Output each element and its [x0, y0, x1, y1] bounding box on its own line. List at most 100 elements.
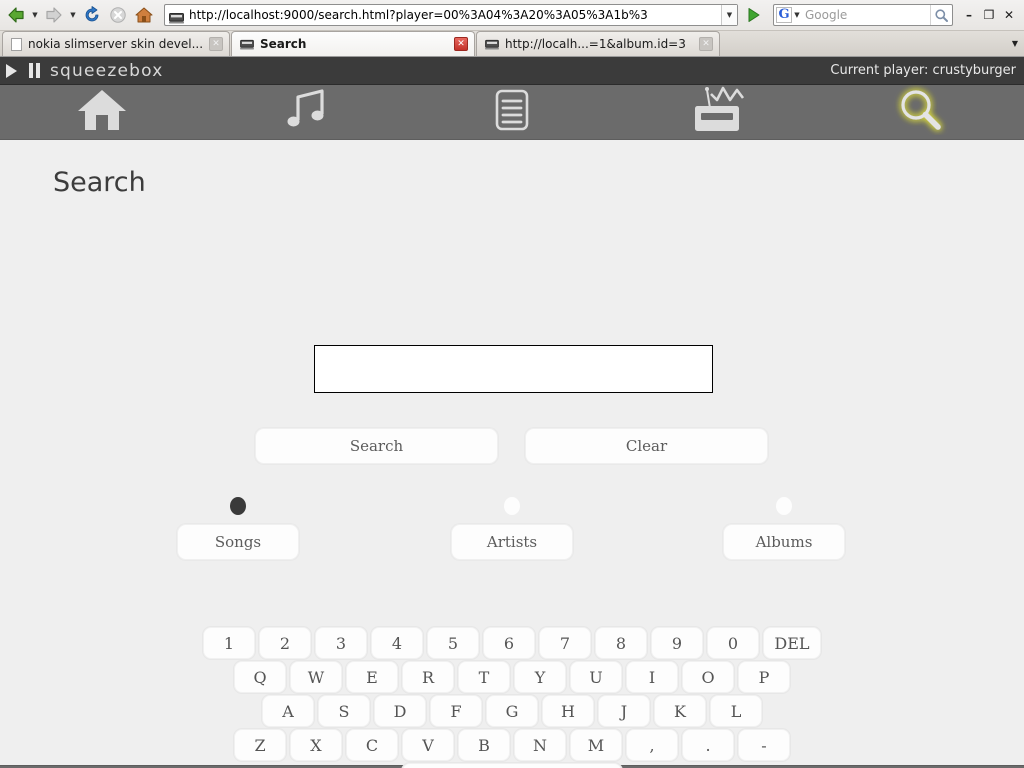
browser-tab-1[interactable]: nokia slimserver skin devel... ✕ [2, 31, 230, 56]
browser-chrome: ▼ ▼ http://localhost:9000/search.html?pl… [0, 0, 1024, 57]
browser-tab-label: http://localh...=1&album.id=3 [505, 37, 686, 51]
search-button[interactable]: Search [255, 428, 498, 464]
key-q[interactable]: Q [234, 661, 286, 693]
key-j[interactable]: J [598, 695, 650, 727]
key-a[interactable]: A [262, 695, 314, 727]
key-3[interactable]: 3 [315, 627, 367, 659]
radio-dot-songs[interactable] [230, 497, 246, 515]
key-4[interactable]: 4 [371, 627, 423, 659]
radio-dot-artists[interactable] [504, 497, 520, 515]
key-m[interactable]: M [570, 729, 622, 761]
home-icon [76, 87, 128, 137]
key-6[interactable]: 6 [483, 627, 535, 659]
search-input[interactable] [314, 345, 713, 393]
list-icon [490, 87, 534, 137]
key-hyphen[interactable]: - [738, 729, 790, 761]
browser-search-input[interactable]: Google [802, 8, 930, 22]
url-history-dropdown-icon[interactable]: ▼ [721, 5, 737, 25]
key-e[interactable]: E [346, 661, 398, 693]
current-player-label[interactable]: Current player: crustyburger [830, 63, 1016, 78]
browser-search-bar[interactable]: G ▼ Google [773, 4, 953, 26]
key-r[interactable]: R [402, 661, 454, 693]
key-o[interactable]: O [682, 661, 734, 693]
search-type-label-songs[interactable]: Songs [177, 524, 299, 560]
nav-item-home[interactable] [0, 85, 205, 140]
key-f[interactable]: F [430, 695, 482, 727]
squeezebox-favicon [240, 39, 254, 50]
forward-arrow-icon [42, 3, 66, 27]
nav-item-search[interactable] [819, 85, 1024, 140]
search-type-albums[interactable]: Albums [723, 497, 845, 560]
key-x[interactable]: X [290, 729, 342, 761]
tab-close-icon[interactable]: ✕ [699, 37, 713, 51]
reload-icon[interactable] [80, 3, 104, 27]
pause-icon[interactable] [29, 63, 40, 78]
nav-item-playlist[interactable] [410, 85, 615, 140]
key-c[interactable]: C [346, 729, 398, 761]
tab-strip: nokia slimserver skin devel... ✕ Search … [0, 30, 1024, 56]
search-engine-caret-icon[interactable]: ▼ [792, 11, 802, 19]
go-arrow-icon[interactable] [743, 3, 765, 27]
home-icon[interactable] [132, 3, 156, 27]
key-s[interactable]: S [318, 695, 370, 727]
key-5[interactable]: 5 [427, 627, 479, 659]
nav-item-radio[interactable] [614, 85, 819, 140]
key-9[interactable]: 9 [651, 627, 703, 659]
key-i[interactable]: I [626, 661, 678, 693]
clear-button[interactable]: Clear [525, 428, 768, 464]
tab-close-icon[interactable]: ✕ [454, 37, 468, 51]
key-del[interactable]: DEL [763, 627, 821, 659]
page-title: Search [53, 167, 146, 198]
browser-tab-2[interactable]: Search ✕ [231, 31, 475, 56]
key-space[interactable]: SPACE [402, 763, 622, 768]
key-period[interactable]: . [682, 729, 734, 761]
magnifier-icon[interactable] [930, 5, 952, 25]
search-type-label-albums[interactable]: Albums [723, 524, 845, 560]
key-w[interactable]: W [290, 661, 342, 693]
browser-tab-3[interactable]: http://localh...=1&album.id=3 ✕ [476, 31, 720, 56]
key-8[interactable]: 8 [595, 627, 647, 659]
key-z[interactable]: Z [234, 729, 286, 761]
close-button[interactable]: ✕ [1001, 5, 1017, 25]
key-2[interactable]: 2 [259, 627, 311, 659]
browser-toolbar: ▼ ▼ http://localhost:9000/search.html?pl… [0, 0, 1024, 30]
key-v[interactable]: V [402, 729, 454, 761]
keyboard-row-asdf: A S D F G H J K L [0, 695, 1024, 727]
key-g[interactable]: G [486, 695, 538, 727]
url-text[interactable]: http://localhost:9000/search.html?player… [189, 5, 721, 25]
key-h[interactable]: H [542, 695, 594, 727]
search-type-songs[interactable]: Songs [177, 497, 299, 560]
chevron-down-icon[interactable]: ▼ [1006, 31, 1024, 56]
app-header: squeezebox Current player: crustyburger [0, 57, 1024, 85]
browser-tab-label: Search [260, 37, 307, 51]
tab-close-icon[interactable]: ✕ [209, 37, 223, 51]
key-p[interactable]: P [738, 661, 790, 693]
key-d[interactable]: D [374, 695, 426, 727]
radio-dot-albums[interactable] [776, 497, 792, 515]
google-logo-icon[interactable]: G [776, 7, 792, 23]
key-k[interactable]: K [654, 695, 706, 727]
key-t[interactable]: T [458, 661, 510, 693]
key-n[interactable]: N [514, 729, 566, 761]
maximize-button[interactable]: ❐ [981, 5, 997, 25]
key-1[interactable]: 1 [203, 627, 255, 659]
nav-item-music[interactable] [205, 85, 410, 140]
search-action-row: Search Clear [255, 428, 768, 464]
back-history-caret[interactable]: ▼ [30, 3, 40, 27]
keyboard-row-zxcv: Z X C V B N M , . - [0, 729, 1024, 761]
forward-history-caret: ▼ [70, 11, 76, 19]
url-bar[interactable]: http://localhost:9000/search.html?player… [164, 4, 738, 26]
key-7[interactable]: 7 [539, 627, 591, 659]
key-l[interactable]: L [710, 695, 762, 727]
play-icon[interactable] [6, 63, 17, 78]
key-0[interactable]: 0 [707, 627, 759, 659]
key-u[interactable]: U [570, 661, 622, 693]
squeezebox-favicon [485, 39, 499, 50]
back-arrow-icon[interactable] [4, 3, 28, 27]
key-b[interactable]: B [458, 729, 510, 761]
key-y[interactable]: Y [514, 661, 566, 693]
search-type-label-artists[interactable]: Artists [451, 524, 573, 560]
search-type-artists[interactable]: Artists [451, 497, 573, 560]
key-comma[interactable]: , [626, 729, 678, 761]
minimize-button[interactable]: – [961, 5, 977, 25]
